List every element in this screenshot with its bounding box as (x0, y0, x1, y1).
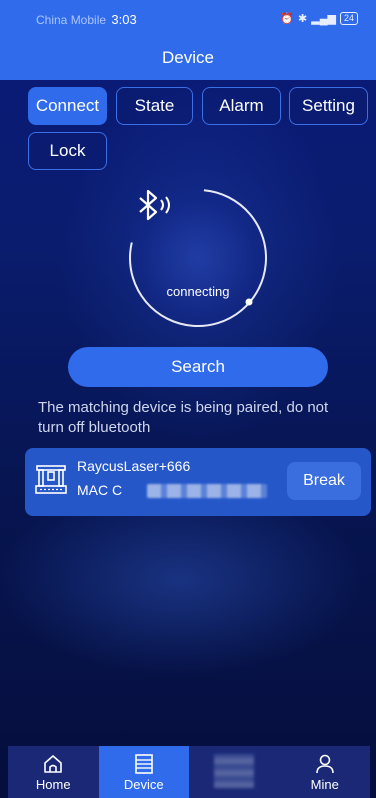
battery-icon: 24 (339, 12, 358, 25)
page-title: Device (162, 48, 214, 67)
status-bar: China Mobile 3:03 (36, 12, 137, 27)
nav-device-label: Device (123, 777, 164, 792)
home-icon (44, 755, 63, 773)
connecting-label: connecting (166, 284, 230, 299)
break-button[interactable]: Break (287, 462, 361, 500)
clock: 3:03 (111, 12, 137, 27)
device-name: RaycusLaser+666 (77, 458, 191, 474)
tab-state[interactable]: State (116, 87, 193, 125)
header-bar: China Mobile 3:03 ⏰ ✱ ▂▄▆ 24 Device (0, 0, 376, 80)
status-icons: ⏰ ✱ ▂▄▆ 24 (280, 12, 358, 25)
nav-home-label: Home (35, 777, 71, 792)
nav-mine[interactable]: Mine (280, 746, 371, 798)
device-card[interactable]: RaycusLaser+666 MAC C Break (25, 448, 371, 516)
connecting-indicator: connecting (128, 188, 268, 328)
tab-lock[interactable]: Lock (28, 132, 107, 170)
carrier-label: China Mobile (36, 13, 107, 27)
alarm-icon: ⏰ (280, 13, 295, 25)
app-screen: China Mobile 3:03 ⏰ ✱ ▂▄▆ 24 Device Conn… (0, 0, 376, 798)
redacted-nav-icon (214, 754, 255, 788)
bluetooth-status-icon: ✱ (298, 13, 308, 25)
bottom-nav: Home Device Mine (8, 746, 370, 798)
nav-device[interactable]: Device (98, 746, 189, 798)
nav-home[interactable]: Home (8, 746, 99, 798)
search-button[interactable]: Search (68, 347, 328, 387)
signal-icon: ▂▄▆ (311, 13, 336, 25)
pairing-hint: The matching device is being paired, do … (38, 399, 329, 436)
tab-connect[interactable]: Connect (28, 87, 107, 125)
tab-alarm[interactable]: Alarm (202, 87, 281, 125)
laser-machine-icon (35, 465, 67, 494)
bluetooth-icon (139, 189, 170, 221)
mac-redacted (147, 484, 267, 498)
nav-mine-label: Mine (310, 777, 339, 792)
person-icon (315, 754, 334, 774)
device-list-icon (134, 754, 153, 774)
tab-setting[interactable]: Setting (289, 87, 368, 125)
device-mac: MAC C (77, 482, 123, 498)
nav-redacted[interactable] (189, 746, 280, 798)
